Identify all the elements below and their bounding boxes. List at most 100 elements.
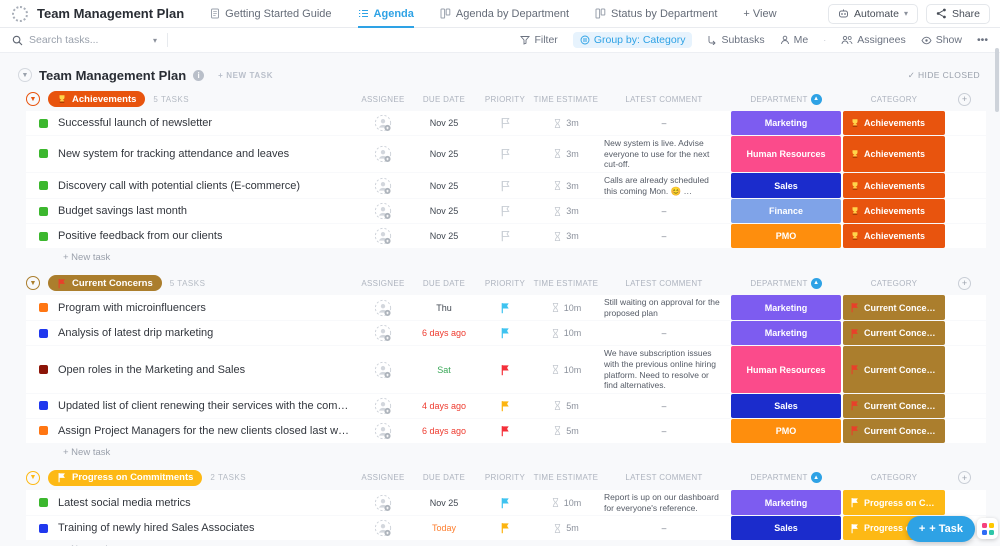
latest-comment-cell[interactable]: – [598,111,730,135]
priority-flag-icon[interactable] [500,117,511,129]
priority-cell[interactable] [476,295,534,320]
assignee-add-icon[interactable] [374,177,392,195]
group-collapse-button[interactable]: ▼ [26,92,40,106]
status-square-icon[interactable] [39,303,48,313]
priority-flag-icon[interactable] [500,522,511,534]
department-pill[interactable]: Marketing [731,111,841,135]
priority-flag-icon[interactable] [500,327,511,339]
priority-flag-icon[interactable] [500,302,511,314]
task-name[interactable]: Open roles in the Marketing and Sales [58,364,245,376]
department-pill[interactable]: PMO [731,224,841,249]
hide-closed-button[interactable]: ✓ HIDE CLOSED [908,70,980,81]
latest-comment-cell[interactable]: Report is up on our dashboard for everyo… [598,490,730,515]
column-header-priority[interactable]: PRIORITY [476,279,534,288]
category-pill[interactable]: Achievements [843,199,945,224]
status-square-icon[interactable] [39,523,48,533]
category-pill[interactable]: Current Concerns [843,393,945,418]
column-header-assignee[interactable]: ASSIGNEE [354,95,412,104]
group-collapse-button[interactable]: ▼ [26,276,40,291]
time-estimate-cell[interactable]: 10m [534,346,598,393]
vertical-scrollbar[interactable] [995,48,999,112]
assignee-add-icon[interactable] [374,519,392,537]
group-category-pill[interactable]: Achievements [48,91,146,107]
time-estimate-cell[interactable]: 3m [534,224,598,248]
tab-agenda[interactable]: Agenda [357,0,414,28]
category-pill[interactable]: Achievements [843,224,945,249]
column-header-department[interactable]: DEPARTMENT ▲ [730,472,842,484]
task-name[interactable]: Budget savings last month [58,205,187,217]
department-pill[interactable]: Marketing [731,489,841,516]
time-estimate-cell[interactable]: 5m [534,419,598,443]
app-logo-icon[interactable] [12,5,28,22]
latest-comment-cell[interactable]: – [598,516,730,540]
more-options-button[interactable]: ••• [977,34,988,46]
task-name[interactable]: Analysis of latest drip marketing [58,327,213,339]
time-estimate-cell[interactable]: 3m [534,136,598,172]
time-estimate-cell[interactable]: 5m [534,516,598,540]
status-square-icon[interactable] [39,149,48,159]
task-name[interactable]: Updated list of client renewing their se… [58,400,354,412]
category-pill[interactable]: Current Concerns [843,321,945,346]
assignee-cell[interactable] [354,346,412,393]
show-button[interactable]: Show [921,34,962,46]
priority-cell[interactable] [476,224,534,248]
chevron-down-icon[interactable]: ▾ [153,36,157,45]
sort-ascending-icon[interactable]: ▲ [810,472,822,484]
assignee-add-icon[interactable] [374,202,392,220]
time-estimate-cell[interactable]: 5m [534,394,598,418]
priority-cell[interactable] [476,490,534,515]
latest-comment-cell[interactable]: – [598,321,730,345]
due-date-cell[interactable]: Today [412,516,476,540]
collapse-list-button[interactable]: ▼ [18,68,32,82]
new-task-header-button[interactable]: + NEW TASK [218,71,273,80]
status-square-icon[interactable] [39,206,48,216]
department-pill[interactable]: PMO [731,418,841,443]
task-name[interactable]: Positive feedback from our clients [58,230,222,242]
column-header-category[interactable]: CATEGORY [842,473,946,482]
assignee-add-icon[interactable] [374,227,392,245]
priority-flag-icon[interactable] [500,230,511,242]
task-row[interactable]: Program with microinfluencers Thu 10m Still… [26,295,986,321]
status-square-icon[interactable] [39,401,48,411]
due-date-cell[interactable]: Sat [412,346,476,393]
new-task-row-button[interactable]: + New task [26,444,986,464]
new-task-row-button[interactable]: + New task [26,249,986,269]
assignee-cell[interactable] [354,490,412,515]
task-name[interactable]: Latest social media metrics [58,497,191,509]
assignee-add-icon[interactable] [374,494,392,512]
latest-comment-cell[interactable]: – [598,419,730,443]
due-date-cell[interactable]: Nov 25 [412,173,476,198]
assignee-add-icon[interactable] [374,114,392,132]
latest-comment-cell[interactable]: – [598,224,730,248]
priority-flag-icon[interactable] [500,148,511,160]
column-header-latest_comment[interactable]: LATEST COMMENT [598,473,730,482]
priority-cell[interactable] [476,394,534,418]
column-header-time_estimate[interactable]: TIME ESTIMATE [534,279,598,288]
due-date-cell[interactable]: 6 days ago [412,321,476,345]
assignees-button[interactable]: Assignees [841,34,906,46]
category-pill[interactable]: Achievements [843,172,945,199]
task-row[interactable]: Training of newly hired Sales Associates… [26,516,986,541]
time-estimate-cell[interactable]: 3m [534,173,598,198]
priority-cell[interactable] [476,321,534,345]
add-view-button[interactable]: + View [743,0,776,28]
assignee-cell[interactable] [354,136,412,172]
assignee-cell[interactable] [354,321,412,345]
task-row[interactable]: Analysis of latest drip marketing 6 days … [26,321,986,346]
column-header-due_date[interactable]: DUE DATE [412,95,476,104]
assignee-cell[interactable] [354,224,412,248]
priority-flag-icon[interactable] [500,497,511,509]
column-header-priority[interactable]: PRIORITY [476,95,534,104]
tab-status-by-department[interactable]: Status by Department [595,0,717,28]
task-row[interactable]: Latest social media metrics Nov 25 10m Repo… [26,489,986,516]
assignee-cell[interactable] [354,199,412,223]
priority-cell[interactable] [476,516,534,540]
priority-cell[interactable] [476,111,534,135]
priority-cell[interactable] [476,173,534,198]
column-header-due_date[interactable]: DUE DATE [412,473,476,482]
column-header-time_estimate[interactable]: TIME ESTIMATE [534,473,598,482]
time-estimate-cell[interactable]: 3m [534,111,598,135]
assignee-add-icon[interactable] [374,422,392,440]
time-estimate-cell[interactable]: 3m [534,199,598,223]
department-pill[interactable]: Human Resources [731,346,841,393]
